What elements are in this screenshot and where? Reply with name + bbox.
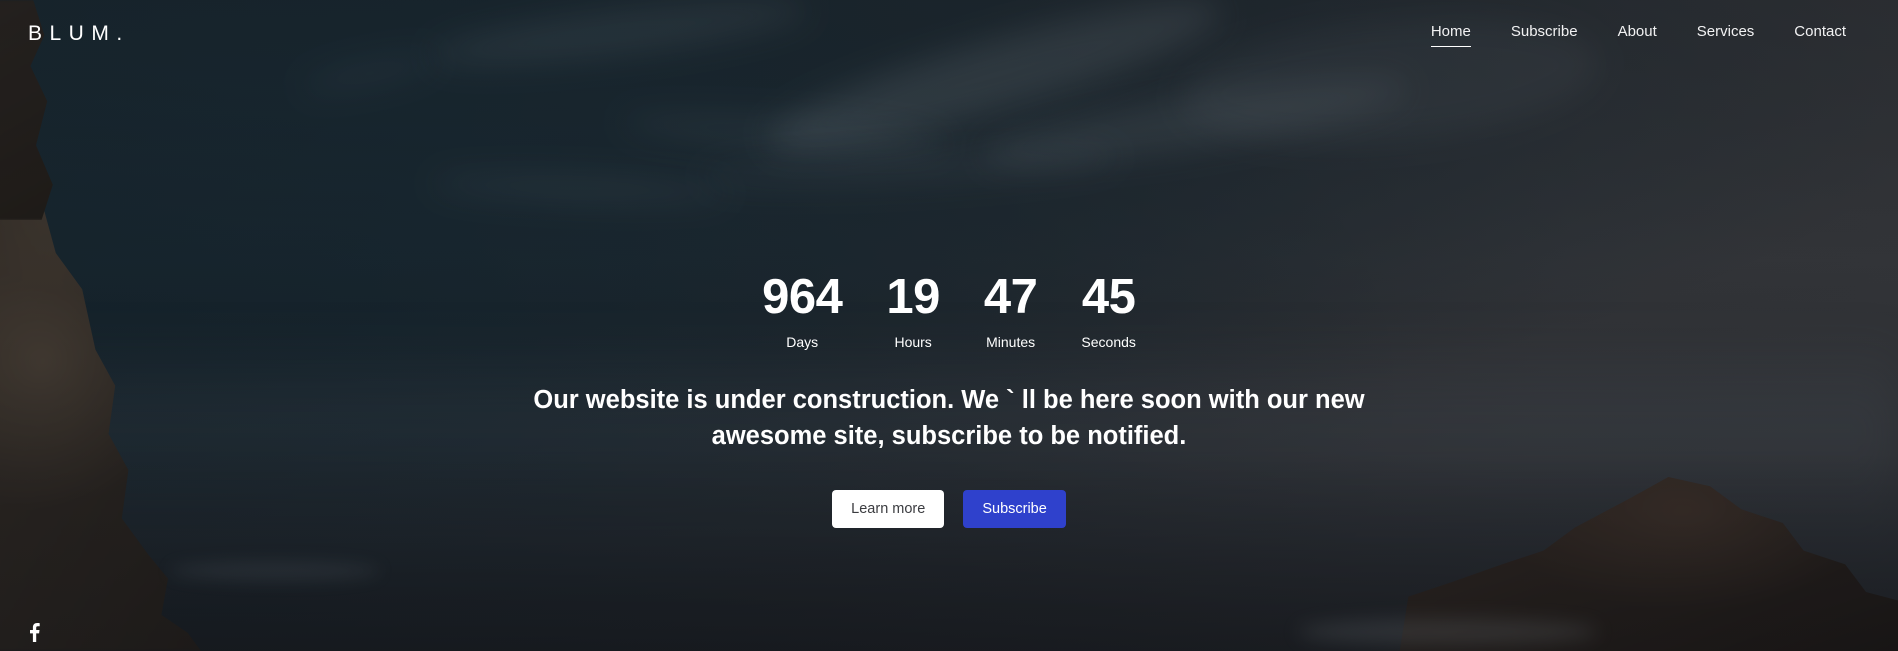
countdown-unit-seconds: 45 Seconds <box>1059 270 1157 351</box>
facebook-icon[interactable] <box>24 621 44 643</box>
learn-more-button[interactable]: Learn more <box>832 489 945 528</box>
countdown-timer: 964 Days 19 Hours 47 Minutes 45 Seconds <box>740 270 1158 351</box>
nav-link-contact[interactable]: Contact <box>1774 18 1866 49</box>
countdown-minutes-label: Minutes <box>986 334 1036 351</box>
hero-section: BLUM. Home Subscribe About Services Cont… <box>0 0 1898 651</box>
navbar: BLUM. Home Subscribe About Services Cont… <box>0 0 1898 66</box>
primary-navigation: Home Subscribe About Services Contact <box>1411 18 1866 49</box>
subscribe-button[interactable]: Subscribe <box>963 489 1066 528</box>
nav-link-home[interactable]: Home <box>1411 18 1491 49</box>
hero-headline: Our website is under construction. We ` … <box>533 386 1365 450</box>
countdown-unit-days: 964 Days <box>740 270 864 351</box>
countdown-hours-value: 19 <box>886 270 940 324</box>
cta-button-row: Learn more Subscribe <box>832 489 1066 528</box>
nav-link-about[interactable]: About <box>1598 18 1677 49</box>
nav-link-services[interactable]: Services <box>1677 18 1775 49</box>
nav-link-subscribe[interactable]: Subscribe <box>1491 18 1598 49</box>
brand-logo[interactable]: BLUM. <box>28 23 130 44</box>
countdown-unit-hours: 19 Hours <box>864 270 962 351</box>
countdown-days-value: 964 <box>762 270 843 324</box>
countdown-minutes-value: 47 <box>983 270 1038 324</box>
social-links <box>24 621 44 643</box>
countdown-unit-minutes: 47 Minutes <box>962 270 1060 351</box>
countdown-seconds-value: 45 <box>1081 270 1136 324</box>
countdown-days-label: Days <box>786 334 819 351</box>
countdown-seconds-label: Seconds <box>1081 334 1136 351</box>
countdown-hours-label: Hours <box>894 334 932 351</box>
hero-content: 964 Days 19 Hours 47 Minutes 45 Seconds … <box>0 0 1898 651</box>
